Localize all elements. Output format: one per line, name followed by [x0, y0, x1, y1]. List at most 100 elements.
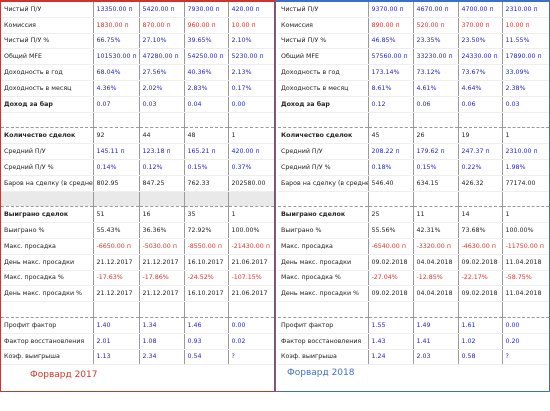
cell-value: 0.20 — [502, 333, 549, 350]
cell-value: 35 — [184, 206, 229, 224]
table-row: Средний П/У % 0.14% 0.12% 0.15% 0.37% — [1, 159, 274, 176]
cell-value: 0.12% — [139, 159, 185, 176]
cell-value: 0.15% — [184, 159, 229, 176]
cell-value: 68.04% — [93, 64, 140, 81]
table-row: Средний П/У 145.11 п 123.18 п 165.21 п 420.0… — [1, 143, 274, 160]
row-label: Комиссия — [278, 17, 369, 34]
row-label: Доход за бар — [278, 96, 369, 113]
row-label: Макс. просадка % — [1, 270, 94, 287]
cell-value: 33230.00 п — [413, 48, 459, 66]
cell-value: 1 — [228, 127, 274, 145]
cell-value: 39.65% — [184, 33, 229, 50]
cell-value: -17.63% — [93, 270, 140, 287]
cell-value: 10.00 п — [502, 17, 549, 34]
cell-value: 92 — [93, 127, 140, 145]
cell-value: 25 — [368, 206, 414, 224]
cell-value: 2310.00 п — [502, 143, 549, 160]
table-row: День макс. просадки 09.02.2018 04.04.2018 0… — [278, 254, 549, 271]
row-label: Общий MFE — [1, 48, 94, 66]
table-row: Баров на сделку (в среднем) 546.40 634.15 4… — [278, 175, 549, 192]
cell-value: 51 — [93, 206, 140, 224]
cell-value — [413, 191, 459, 207]
cell-value: 208.22 п — [368, 143, 414, 160]
cell-value: 634.15 — [413, 175, 459, 192]
row-label: Чистый П/У % — [1, 33, 94, 50]
cell-value: -107.15% — [228, 270, 274, 287]
cell-value: 123.18 п — [139, 143, 185, 160]
cell-value: 0.06 — [413, 96, 459, 113]
cell-value: -22.17% — [458, 270, 503, 287]
cell-value — [368, 112, 414, 128]
cell-value — [139, 191, 185, 207]
cell-value: 1.40 — [93, 316, 140, 334]
cell-value: 11.04.2018 — [502, 285, 549, 303]
cell-value — [184, 191, 229, 207]
row-label: Фактор восстановления — [278, 333, 369, 350]
row-label: Выиграно % — [278, 222, 369, 239]
cell-value: 04.04.2018 — [413, 285, 459, 303]
cell-value: 09.02.2018 — [368, 285, 414, 303]
row-label: Макс. просадка % — [278, 270, 369, 287]
row-label — [278, 112, 369, 128]
cell-value: 40.36% — [184, 64, 229, 81]
cell-value: 4700.00 п — [458, 2, 503, 18]
cell-value: 5420.00 п — [139, 2, 185, 18]
cell-value: 100.00% — [228, 222, 274, 239]
cell-value: 802.95 — [93, 175, 140, 192]
row-label: Доходность в месяц — [278, 80, 369, 97]
row-label: День макс. просадки — [278, 254, 369, 271]
table-row: Макс. просадка % -17.63% -17.86% -24.52% -10… — [1, 270, 274, 287]
cell-value — [368, 191, 414, 207]
cell-value: -21430.00 п — [228, 237, 274, 255]
row-label: Выиграно сделок — [278, 206, 369, 224]
cell-value: 2.01 — [93, 333, 140, 350]
row-label: Баров на сделку (в среднем) — [278, 175, 369, 192]
cell-value: 1.24 — [368, 349, 414, 366]
table-row: Коэф. выигрыша 1.13 2.34 0.54? — [1, 349, 274, 366]
cell-value: 0.04 — [184, 96, 229, 113]
cell-value — [228, 302, 274, 318]
cell-value — [502, 112, 549, 128]
cell-value: 2.34 — [139, 349, 185, 366]
cell-value: -24.52% — [184, 270, 229, 287]
row-label — [1, 112, 94, 128]
cell-value: 2310.00 п — [502, 2, 549, 18]
cell-value: 8.61% — [368, 80, 414, 97]
cell-value: 165.21 п — [184, 143, 229, 160]
row-label: Средний П/У % — [1, 159, 94, 176]
cell-value: 13350.00 п — [93, 2, 140, 18]
cell-value: -5030.00 п — [139, 237, 185, 255]
table-row: Профит фактор 1.55 1.49 1.61 0.00 — [278, 316, 549, 334]
cell-value — [184, 112, 229, 128]
row-label — [1, 301, 94, 318]
cell-value: 04.04.2018 — [413, 254, 459, 271]
cell-value: -3320.00 п — [413, 237, 459, 255]
cell-value: 762.33 — [184, 175, 229, 192]
row-label: Количество сделок — [1, 127, 94, 145]
cell-value: 1.49 — [413, 316, 459, 334]
cell-value: 10.00 п — [228, 17, 274, 34]
row-label: Коэф. выигрыша — [1, 349, 94, 366]
cell-value: 1.41 — [413, 333, 459, 350]
cell-value: 48 — [184, 127, 229, 145]
row-label: Доходность в год — [1, 64, 94, 81]
cell-value: 17890.00 п — [502, 48, 549, 66]
table-row: Комиссия 1830.00 п 870.00 п 960.00 п 10.00 п — [1, 17, 274, 34]
table-row: Комиссия 890.00 п 520.00 п 370.00 п 10.00 п — [278, 17, 549, 34]
cell-value: 27.56% — [139, 64, 185, 81]
cell-value: 4.36% — [93, 80, 140, 97]
cell-value: 09.02.2018 — [368, 254, 414, 271]
cell-value — [458, 191, 503, 207]
cell-value: 4.64% — [458, 80, 503, 97]
row-label: День макс. просадки — [1, 254, 94, 271]
cell-value: 21.06.2017 — [228, 285, 274, 303]
cell-value: 1.61 — [458, 316, 503, 334]
cell-value: 66.75% — [93, 33, 140, 50]
cell-value: 0.02 — [228, 333, 274, 350]
cell-value — [184, 301, 229, 318]
forward-2017-panel: Чистый П/У 13350.00 п 5420.00 п 7930.00 п 42… — [0, 0, 275, 392]
table-row — [1, 112, 274, 128]
cell-value: 11.55% — [502, 33, 549, 50]
cell-value: 145.11 п — [93, 143, 140, 160]
cell-value: 890.00 п — [368, 17, 414, 34]
